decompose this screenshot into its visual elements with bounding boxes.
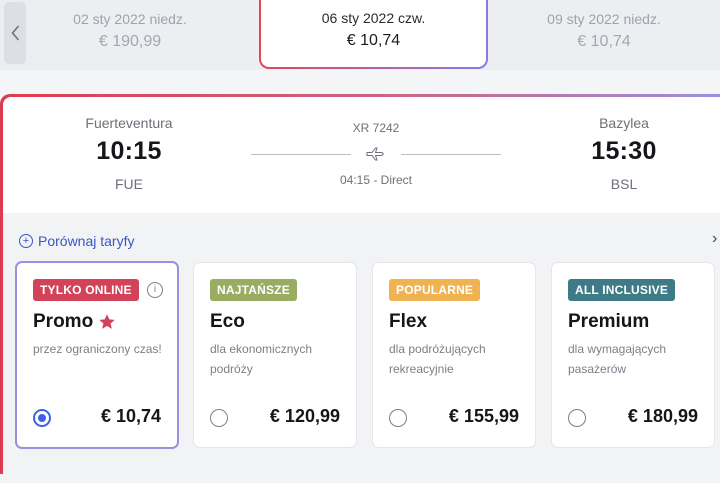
plus-circle-icon: + xyxy=(19,234,33,248)
fare-radio[interactable] xyxy=(33,409,51,427)
star-icon xyxy=(99,314,115,329)
origin: Fuerteventura 10:15 FUE xyxy=(49,115,209,192)
origin-code: FUE xyxy=(115,176,143,192)
chevron-right-icon[interactable]: › xyxy=(712,230,717,248)
fare-price: € 10,74 xyxy=(100,406,161,426)
date-price: € 10,74 xyxy=(577,33,631,50)
date-strip: 02 sty 2022 niedz. € 190,99 06 sty 2022 … xyxy=(0,0,720,70)
fare-radio[interactable] xyxy=(210,409,228,427)
date-label: 02 sty 2022 niedz. xyxy=(73,11,187,27)
flight-summary: Fuerteventura 10:15 FUE XR 7242 04:15 - … xyxy=(3,97,720,213)
date-label: 06 sty 2022 czw. xyxy=(321,10,426,26)
destination-city: Bazylea xyxy=(599,115,649,131)
fare-name: Eco xyxy=(210,311,245,333)
fare-radio[interactable] xyxy=(389,409,407,427)
date-price: € 10,74 xyxy=(346,32,401,49)
fare-description: dla ekonomicznych podróży xyxy=(210,342,313,376)
flight-number: XR 7242 xyxy=(352,121,400,135)
date-label: 09 sty 2022 niedz. xyxy=(547,11,661,27)
fare-price: € 155,99 xyxy=(448,406,519,426)
plane-icon xyxy=(366,147,384,161)
fare-name-text: Promo xyxy=(33,311,94,332)
route-info: XR 7242 04:15 - Direct xyxy=(251,121,501,187)
fare-description: przez ograniczony czas! xyxy=(33,342,162,356)
departure-time: 10:15 xyxy=(96,137,162,165)
fare-badge: ALL INCLUSIVE xyxy=(568,279,676,301)
arrival-time: 15:30 xyxy=(591,137,657,165)
flight-card: Fuerteventura 10:15 FUE XR 7242 04:15 - … xyxy=(0,94,720,483)
fare-price: € 180,99 xyxy=(627,406,698,426)
origin-city: Fuerteventura xyxy=(85,115,173,131)
fare-description: dla wymagających pasażerów xyxy=(568,342,667,376)
info-icon[interactable]: i xyxy=(147,282,163,298)
fare-description: dla podróżujących rekreacyjnie xyxy=(389,342,486,376)
previous-dates-button[interactable] xyxy=(4,2,26,64)
fare-card-eco[interactable]: NAJTAŃSZE Eco dla ekonomicznych podróży … xyxy=(193,262,357,448)
date-price: € 190,99 xyxy=(98,33,162,50)
date-option-selected[interactable]: 06 sty 2022 czw. € 10,74 xyxy=(259,0,488,69)
fare-badge: TYLKO ONLINE xyxy=(33,279,139,301)
fare-radio[interactable] xyxy=(568,409,586,427)
destination: Bazylea 15:30 BSL xyxy=(544,115,704,192)
flight-card-inner: Fuerteventura 10:15 FUE XR 7242 04:15 - … xyxy=(3,97,720,483)
date-option[interactable]: 02 sty 2022 niedz. € 190,99 xyxy=(50,10,210,53)
fare-card-promo[interactable]: TYLKO ONLINE i Promo przez ograniczony c… xyxy=(15,261,179,449)
route-line xyxy=(251,143,501,165)
fare-name: Flex xyxy=(389,311,427,333)
destination-code: BSL xyxy=(610,176,638,192)
fare-name-text: Eco xyxy=(210,311,245,332)
fare-price: € 120,99 xyxy=(269,406,340,426)
fare-name: Premium xyxy=(568,311,649,333)
fare-name-text: Flex xyxy=(389,311,428,332)
fare-card-premium[interactable]: ALL INCLUSIVE Premium dla wymagających p… xyxy=(551,262,715,448)
compare-fares-label: Porównaj taryfy xyxy=(38,233,135,249)
fare-card-flex[interactable]: POPULARNE Flex dla podróżujących rekreac… xyxy=(372,262,536,448)
chevron-left-icon xyxy=(10,25,19,41)
date-option[interactable]: 09 sty 2022 niedz. € 10,74 xyxy=(524,10,684,53)
fare-badge: POPULARNE xyxy=(389,279,481,301)
flight-duration: 04:15 - Direct xyxy=(339,173,413,187)
fare-name: Promo xyxy=(33,311,116,333)
fares-section: + Porównaj taryfy › TYLKO ONLINE i Promo… xyxy=(3,213,720,483)
fare-badge: NAJTAŃSZE xyxy=(210,279,297,301)
compare-fares-link[interactable]: + Porównaj taryfy xyxy=(19,233,134,249)
fare-name-text: Premium xyxy=(568,311,650,332)
